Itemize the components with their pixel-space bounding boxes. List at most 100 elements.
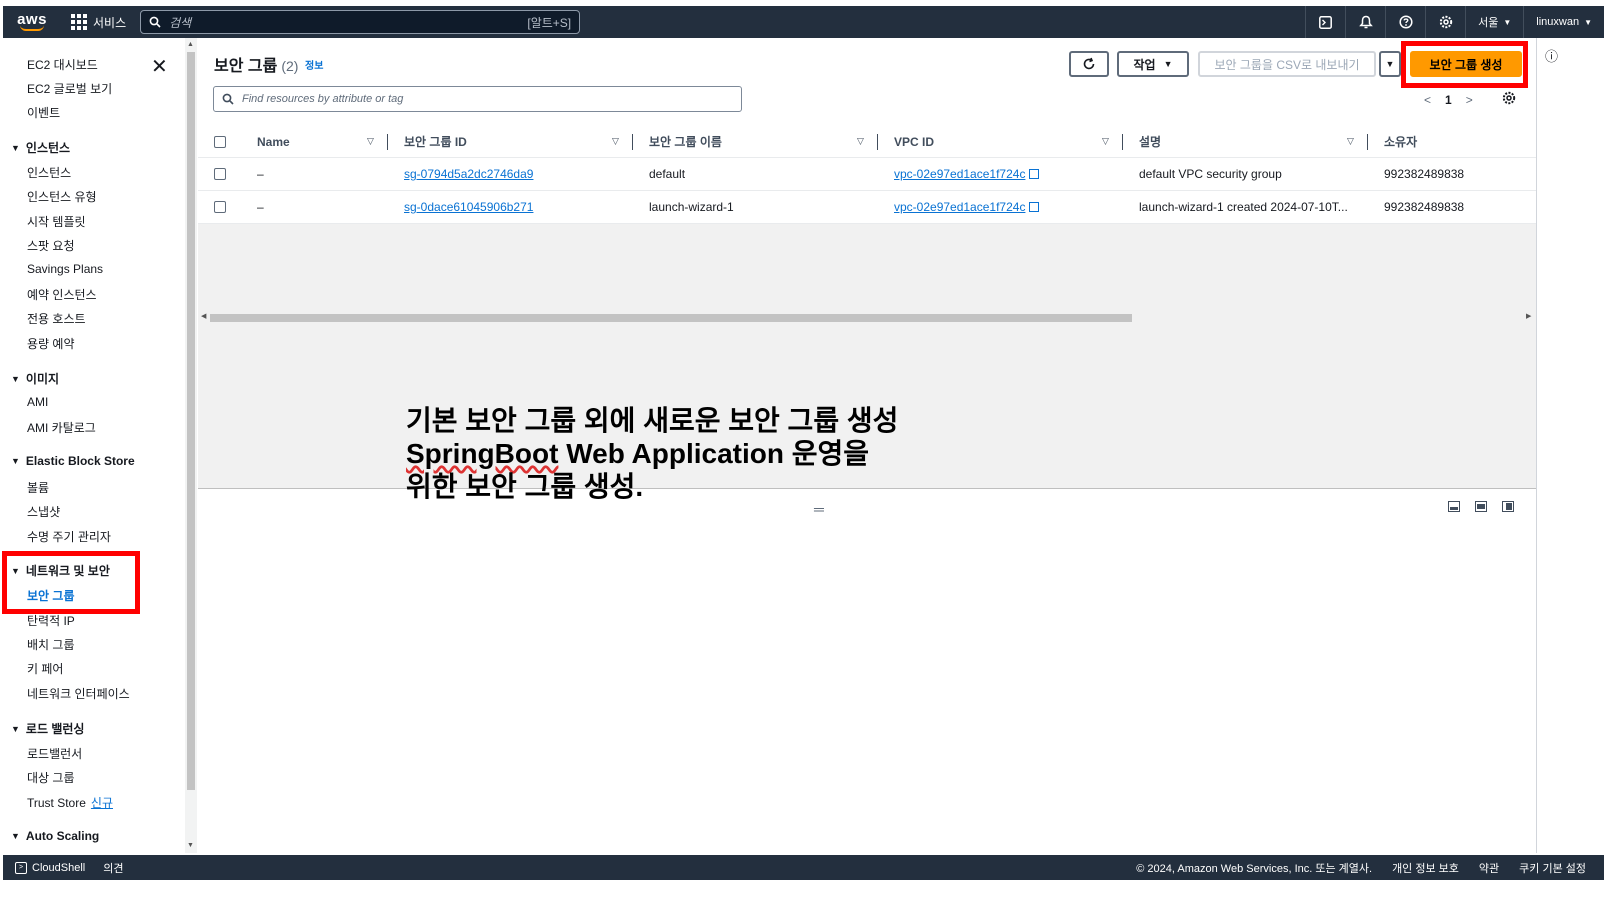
column-divider[interactable]: [1122, 133, 1123, 150]
column-divider[interactable]: [877, 133, 878, 150]
cloudshell-icon[interactable]: [1305, 6, 1345, 38]
sidebar-item-network-interfaces[interactable]: 네트워크 인터페이스: [27, 685, 130, 702]
panel-middle-icon[interactable]: [1475, 501, 1487, 512]
sidebar-item-capacity-reservations[interactable]: 용량 예약: [27, 335, 75, 352]
column-divider[interactable]: [1367, 133, 1368, 150]
account-menu[interactable]: linuxwan ▼: [1523, 6, 1604, 38]
sidebar-item-reserved-instances[interactable]: 예약 인스턴스: [27, 286, 97, 303]
sidebar-item-dedicated-hosts[interactable]: 전용 호스트: [27, 310, 86, 327]
column-divider[interactable]: [387, 133, 388, 150]
vpc-id-link[interactable]: vpc-02e97ed1ace1f724c: [894, 167, 1025, 181]
scroll-down-icon[interactable]: ▼: [187, 842, 194, 849]
scroll-up-icon[interactable]: ▲: [187, 41, 194, 48]
sidebar-item-instances[interactable]: 인스턴스: [27, 164, 71, 181]
column-header-vpc-id[interactable]: VPC ID: [894, 135, 934, 149]
global-search-input[interactable]: 검색 [알트+S]: [140, 10, 581, 34]
chevron-left-icon[interactable]: <: [1424, 93, 1431, 107]
cell-vpc-id[interactable]: vpc-02e97ed1ace1f724c: [894, 167, 1040, 181]
sidebar-item-savings-plans[interactable]: Savings Plans: [27, 262, 103, 276]
cell-vpc-id[interactable]: vpc-02e97ed1ace1f724c: [894, 200, 1040, 214]
cloudshell-button[interactable]: > CloudShell: [15, 861, 85, 874]
row-checkbox[interactable]: [214, 201, 226, 213]
select-all-checkbox[interactable]: [214, 135, 226, 148]
sidebar-section-images[interactable]: ▼ 이미지: [11, 370, 59, 387]
sidebar-item-elastic-ips[interactable]: 탄력적 IP: [27, 612, 75, 629]
privacy-link[interactable]: 개인 정보 보호: [1392, 860, 1459, 876]
sidebar-item-trust-store[interactable]: Trust Store 신규: [27, 794, 113, 811]
vpc-id-link[interactable]: vpc-02e97ed1ace1f724c: [894, 200, 1025, 214]
feedback-link[interactable]: 의견: [103, 860, 123, 876]
sidebar-item-snapshots[interactable]: 스냅샷: [27, 503, 60, 520]
sidebar-item-launch-templates[interactable]: 시작 템플릿: [27, 213, 86, 230]
sidebar-section-auto-scaling[interactable]: ▼ Auto Scaling: [11, 829, 99, 843]
sort-icon[interactable]: ▽: [367, 136, 374, 147]
sidebar-item-ami[interactable]: AMI: [27, 395, 48, 409]
table-row[interactable]: – sg-0794d5a2dc2746da9 default vpc-02e97…: [198, 158, 1536, 191]
services-menu-button[interactable]: 서비스: [71, 14, 126, 31]
sidebar-item-ec2-dashboard[interactable]: EC2 대시보드: [27, 56, 98, 73]
actions-dropdown-button[interactable]: 작업 ▼: [1117, 51, 1189, 77]
column-header-sg-name[interactable]: 보안 그룹 이름: [649, 133, 722, 150]
export-options-dropdown[interactable]: ▼: [1379, 51, 1401, 77]
sidebar-item-spot-requests[interactable]: 스팟 요청: [27, 237, 75, 254]
sort-icon[interactable]: ▽: [612, 136, 619, 147]
table-row[interactable]: – sg-0dace61045906b271 launch-wizard-1 v…: [198, 191, 1536, 224]
info-panel-icon[interactable]: ⓘ: [1545, 46, 1558, 65]
sidebar-section-ebs[interactable]: ▼ Elastic Block Store: [11, 454, 135, 468]
sidebar-section-instances[interactable]: ▼ 인스턴스: [11, 139, 70, 156]
cell-sg-id-link[interactable]: sg-0dace61045906b271: [404, 200, 533, 214]
sidebar-item-ec2-global-view[interactable]: EC2 글로벌 보기: [27, 80, 112, 97]
scroll-right-icon[interactable]: ▶: [1526, 312, 1531, 320]
column-divider[interactable]: [632, 133, 633, 150]
sort-icon[interactable]: ▽: [1102, 136, 1109, 147]
aws-logo[interactable]: aws: [7, 6, 57, 38]
cell-description: default VPC security group: [1139, 167, 1282, 181]
terms-link[interactable]: 약관: [1479, 860, 1499, 876]
close-icon[interactable]: ✕: [151, 54, 168, 79]
filter-search-input[interactable]: Find resources by attribute or tag: [213, 86, 742, 112]
cell-name: –: [257, 200, 264, 214]
notifications-bell-icon[interactable]: [1345, 6, 1385, 38]
sidebar-item-volumes[interactable]: 볼륨: [27, 479, 49, 496]
sidebar-item-placement-groups[interactable]: 배치 그룹: [27, 636, 75, 653]
actions-label: 작업: [1133, 57, 1156, 72]
page-number[interactable]: 1: [1445, 93, 1452, 107]
sidebar-item-key-pairs[interactable]: 키 페어: [27, 660, 63, 677]
column-header-owner[interactable]: 소유자: [1384, 133, 1417, 150]
region-selector[interactable]: 서울 ▼: [1465, 6, 1523, 38]
sidebar-item-events[interactable]: 이벤트: [27, 104, 60, 121]
panel-bottom-icon[interactable]: [1448, 501, 1460, 512]
help-icon[interactable]: [1385, 6, 1425, 38]
sidebar-item-target-groups[interactable]: 대상 그룹: [27, 769, 75, 786]
sidebar-item-load-balancers[interactable]: 로드밸런서: [27, 745, 82, 762]
info-link[interactable]: 정보: [305, 57, 323, 72]
annotation-line-2a: SpringBoot: [406, 438, 559, 469]
row-checkbox[interactable]: [214, 168, 226, 180]
sort-icon[interactable]: ▽: [857, 136, 864, 147]
table-horizontal-scrollbar[interactable]: ◀ ▶: [198, 313, 1536, 323]
sidebar-item-ami-catalog[interactable]: AMI 카탈로그: [27, 419, 96, 436]
column-header-name[interactable]: Name: [257, 135, 290, 149]
footer-links: © 2024, Amazon Web Services, Inc. 또는 계열사…: [1136, 860, 1586, 876]
table-scroll-thumb[interactable]: [210, 314, 1132, 322]
table-settings-gear-icon[interactable]: [1502, 91, 1516, 109]
column-header-description[interactable]: 설명: [1139, 133, 1161, 150]
panel-side-icon[interactable]: [1502, 501, 1514, 512]
scroll-left-icon[interactable]: ◀: [201, 312, 206, 320]
drag-handle-icon[interactable]: ═: [814, 501, 824, 517]
settings-gear-icon[interactable]: [1425, 6, 1465, 38]
export-csv-button[interactable]: 보안 그룹을 CSV로 내보내기: [1198, 51, 1376, 77]
page-title: 보안 그룹 (2): [214, 52, 298, 76]
refresh-button[interactable]: [1069, 51, 1109, 77]
sidebar-item-lifecycle-manager[interactable]: 수명 주기 관리자: [27, 528, 111, 545]
cookie-preferences-link[interactable]: 쿠키 기본 설정: [1519, 860, 1586, 876]
sidebar-item-instance-types[interactable]: 인스턴스 유형: [27, 188, 97, 205]
sidebar-scrollbar[interactable]: ▲ ▼: [185, 38, 197, 853]
sort-icon[interactable]: ▽: [1347, 136, 1354, 147]
sidebar-scroll-thumb[interactable]: [187, 52, 195, 790]
cell-sg-id-link[interactable]: sg-0794d5a2dc2746da9: [404, 167, 533, 181]
chevron-right-icon[interactable]: >: [1466, 93, 1473, 107]
column-header-sg-id[interactable]: 보안 그룹 ID: [404, 133, 467, 150]
security-groups-table: Name ▽ 보안 그룹 ID ▽ 보안 그룹 이름 ▽ VPC ID ▽ 설명…: [198, 126, 1536, 323]
sidebar-section-load-balancing[interactable]: ▼ 로드 밸런싱: [11, 720, 84, 737]
